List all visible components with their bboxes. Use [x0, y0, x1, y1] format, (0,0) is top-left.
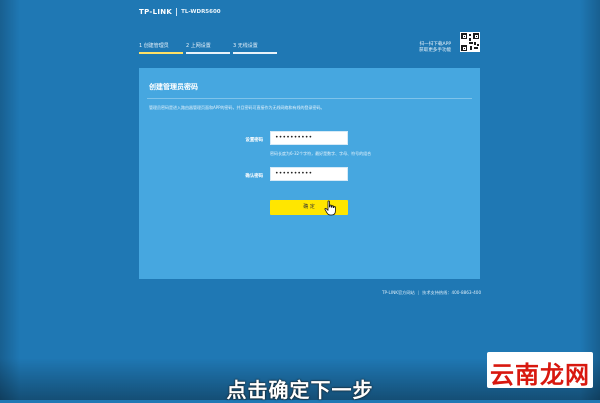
panel-divider: [147, 98, 472, 99]
background-edge-right: [580, 0, 600, 400]
watermark: 云南龙网: [487, 352, 593, 389]
confirm-password-field[interactable]: ••••••••••: [270, 167, 348, 181]
password-field[interactable]: ••••••••••: [270, 131, 348, 145]
step-progress-3: [233, 52, 277, 54]
support-hotline: 技术支持热线：400-8863-400: [422, 290, 482, 295]
brand-logo: TP-LINK: [139, 8, 173, 16]
hand-cursor-icon: [324, 200, 336, 216]
app-promo: 扫一扫下载APP 获取更多手功能: [419, 42, 451, 54]
header-divider: [176, 8, 178, 16]
footer-divider: |: [417, 290, 420, 295]
step-create-admin: 1 创建管理员: [139, 43, 169, 49]
step-wireless-setup: 3 无线设置: [233, 43, 258, 49]
step-progress-1: [139, 52, 183, 54]
step-internet-setup: 2 上网设置: [186, 43, 211, 49]
qr-code-icon: [460, 32, 480, 52]
step-progress-2: [186, 52, 230, 54]
password-label: 设置密码: [245, 138, 263, 143]
model-name: TL-WDR5600: [181, 9, 221, 15]
panel-title: 创建管理员密码: [149, 83, 198, 91]
password-hint: 密码长度为6-32个字符，最好是数字、字母、符号的组合: [270, 151, 372, 156]
header: TP-LINK TL-WDR5600: [139, 8, 221, 16]
panel-description: 管理员密码是进入路由器管理页面和APP的密码，并且密码可直接作为无线网络和有线的…: [149, 105, 325, 110]
app-promo-line2: 获取更多手功能: [419, 48, 452, 53]
background-edge-left: [0, 0, 20, 400]
footer: TP-LINK官方网站 | 技术支持热线：400-8863-400: [382, 290, 481, 296]
official-website-link[interactable]: TP-LINK官方网站: [382, 290, 415, 295]
watermark-text: 云南龙网: [490, 360, 590, 389]
setup-steps: 1 创建管理员 2 上网设置 3 无线设置: [139, 42, 339, 54]
confirm-password-label: 确认密码: [245, 174, 263, 179]
